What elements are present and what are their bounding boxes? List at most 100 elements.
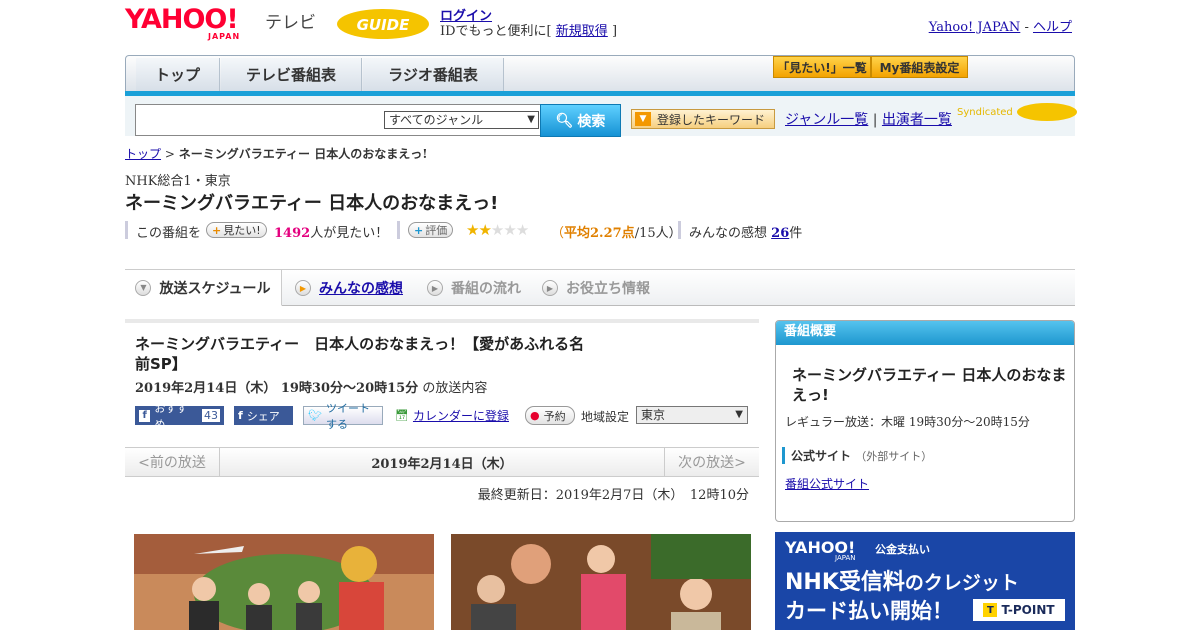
rating-people: /15人）	[634, 226, 682, 241]
episode-photo-1	[134, 534, 434, 630]
keyword-button[interactable]: ▼ 登録したキーワード	[631, 109, 775, 129]
program-tabs: ▼ 放送スケジュール ▶ みんなの感想 ▶ 番組の流れ ▶ お役立ち情報	[125, 270, 1075, 306]
tpoint-icon: T	[983, 603, 998, 617]
login-subtext: IDでもっと便利に[ 新規取得 ]	[440, 20, 617, 39]
star-empty-icon: ★	[503, 221, 516, 239]
rating-stars: ★★★★★	[466, 221, 529, 239]
login-sub-prefix: IDでもっと便利に[	[440, 24, 552, 39]
star-filled-icon: ★	[478, 221, 491, 239]
nav-tab-tv-schedule[interactable]: テレビ番組表	[221, 58, 362, 91]
gguide-logo[interactable]: GUIDE	[334, 6, 432, 42]
page-title: ネーミングバラエティー 日本人のおなまえっ!	[125, 193, 499, 214]
play-icon: ▶	[295, 280, 311, 296]
play-icon: ▶	[542, 280, 558, 296]
mitai-count-line: 1492人が見たい！	[274, 222, 388, 241]
keyword-button-label: 登録したキーワード	[657, 112, 766, 127]
comments-line: みんなの感想 26件	[689, 222, 802, 241]
facebook-icon: f	[238, 409, 243, 422]
dropdown-arrow-icon: ▼	[735, 409, 743, 420]
plus-icon: +	[414, 223, 424, 237]
help-link[interactable]: ヘルプ	[1033, 20, 1072, 35]
logo-text: YAHOO!	[125, 4, 239, 35]
recommend-label: おすすめ	[154, 401, 188, 431]
prev-broadcast-button[interactable]: <前の放送	[125, 448, 220, 476]
tab-info-label: お役立ち情報	[566, 281, 650, 297]
facebook-icon: f	[139, 409, 151, 422]
my-schedule-button[interactable]: My番組表設定	[871, 56, 968, 78]
mitai-button-label: 見たい!	[223, 224, 261, 237]
recommend-count: 43	[202, 409, 220, 422]
facebook-share-button[interactable]: f シェア	[234, 406, 293, 425]
ad-brand-sub: JAPAN	[835, 554, 856, 562]
dropdown-arrow-icon: ▼	[527, 114, 535, 125]
social-bar: f おすすめ 43 f シェア 🐦︎ ツイートする 📅︎ カレンダーに登録 ● …	[135, 402, 755, 431]
genre-selected: すべてのジャンル	[389, 113, 484, 127]
comments-count-link[interactable]: 26	[771, 226, 789, 241]
episode-navigation: <前の放送 2019年2月14日（木） 次の放送>	[125, 447, 759, 477]
rating-paren: （	[551, 226, 565, 241]
service-name: テレビ	[265, 13, 316, 33]
tab-schedule[interactable]: ▼ 放送スケジュール	[125, 270, 282, 306]
calendar-button[interactable]: 📅︎ カレンダーに登録	[391, 406, 513, 425]
tpoint-badge: T T-POINT	[973, 599, 1065, 621]
area-select[interactable]: 東京 ▼	[636, 406, 748, 424]
tab-info[interactable]: ▶ お役立ち情報	[542, 270, 650, 306]
search-button-label: 検索	[577, 113, 606, 130]
overview-regular: レギュラー放送：木曜 19時30分～20時15分	[785, 415, 1030, 429]
area-label: 地域設定	[581, 410, 630, 424]
episode-datetime: 2019年2月14日（木） 19時30分～20時15分	[135, 381, 419, 396]
divider	[397, 221, 400, 239]
mitai-button[interactable]: + 見たい!	[206, 222, 267, 238]
link-divider: |	[872, 112, 878, 128]
breadcrumb-home[interactable]: トップ	[125, 147, 161, 161]
episode-photo-2	[451, 534, 751, 630]
syndicated-text: Syndicated	[957, 107, 1013, 118]
mitai-list-button[interactable]: 「見たい!」一覧	[773, 56, 871, 78]
ad-line2: カード払い開始！	[785, 599, 953, 623]
mitai-suffix: 人が見たい！	[310, 226, 389, 241]
nav-tab-top[interactable]: トップ	[136, 58, 220, 91]
breadcrumb: トップ > ネーミングバラエティー 日本人のおなまえっ!	[125, 145, 427, 162]
reserve-label: 予約	[543, 409, 566, 423]
rate-button-label: 評価	[425, 224, 448, 237]
official-site-link[interactable]: 番組公式サイト	[785, 475, 869, 492]
nav-tab-radio-schedule[interactable]: ラジオ番組表	[363, 58, 504, 91]
official-site-heading: 公式サイト （外部サイト）	[782, 447, 932, 464]
overview-header: 番組概要	[776, 321, 1074, 345]
gguide-small-logo	[1016, 103, 1077, 121]
tpoint-label: T-POINT	[1001, 603, 1055, 617]
program-overview-panel: 番組概要 ネーミングバラエティー 日本人のおなまえっ! レギュラー放送：木曜 1…	[775, 320, 1075, 522]
nhk-credit-ad[interactable]: YAHOO! JAPAN 公金支払い NHK受信料のクレジット カード払い開始！…	[775, 532, 1075, 630]
tab-comments-label: みんなの感想	[319, 281, 403, 297]
rating-average: 平均2.27点	[564, 226, 635, 241]
svg-text:GUIDE: GUIDE	[357, 16, 411, 34]
tab-flow[interactable]: ▶ 番組の流れ	[427, 270, 521, 306]
reserve-button[interactable]: ● 予約	[525, 406, 575, 425]
tweet-label: ツイートする	[325, 401, 370, 431]
rate-button[interactable]: + 評価	[408, 222, 454, 238]
signup-link[interactable]: 新規取得	[556, 24, 608, 39]
search-button[interactable]: 🔍︎ 検索	[540, 104, 621, 137]
search-icon: 🔍︎	[555, 112, 574, 129]
facebook-recommend-button[interactable]: f おすすめ 43	[135, 402, 224, 431]
chevron-down-icon: ▼	[135, 279, 152, 296]
record-icon: ●	[530, 409, 540, 422]
plus-icon: +	[212, 223, 222, 237]
tab-comments[interactable]: ▶ みんなの感想	[295, 270, 403, 306]
ad-service: 公金支払い	[875, 543, 930, 556]
tab-schedule-label: 放送スケジュール	[159, 280, 271, 297]
area-selected: 東京	[641, 408, 666, 422]
yahoo-japan-logo[interactable]: YAHOO! JAPAN	[125, 6, 260, 42]
overview-title: ネーミングバラエティー 日本人のおなまえっ!	[792, 366, 1067, 404]
logo-sub: JAPAN	[208, 32, 241, 41]
link-separator: -	[1020, 20, 1033, 35]
calendar-icon: 📅︎	[395, 409, 409, 422]
next-broadcast-button[interactable]: 次の放送>	[664, 448, 759, 476]
header-links: Yahoo! JAPAN - ヘルプ	[929, 16, 1072, 35]
play-icon: ▶	[427, 280, 443, 296]
performer-list-link[interactable]: 出演者一覧	[882, 112, 952, 128]
genre-select[interactable]: すべてのジャンル ▼	[384, 111, 539, 129]
genre-list-link[interactable]: ジャンル一覧	[785, 112, 868, 128]
yahoo-japan-link[interactable]: Yahoo! JAPAN	[929, 20, 1021, 35]
tweet-button[interactable]: 🐦︎ ツイートする	[303, 402, 383, 431]
